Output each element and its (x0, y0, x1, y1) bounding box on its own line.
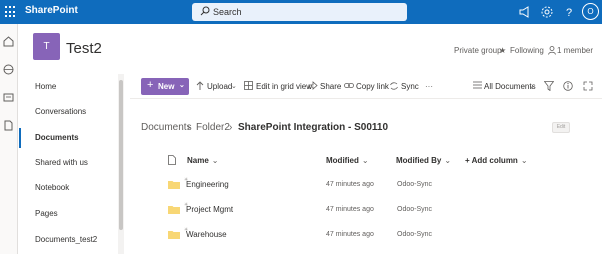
privacy-label: Private group (454, 46, 502, 55)
left-nav: Home Conversations Documents Shared with… (19, 74, 124, 254)
add-column-button[interactable]: + Add column ⌄ (465, 156, 528, 165)
gear-icon[interactable] (540, 5, 554, 19)
nav-item-documents-test2[interactable]: Documents_test2 (19, 230, 119, 250)
row-modified: 47 minutes ago (326, 231, 374, 238)
chevron-down-icon: ⌄ (520, 156, 528, 165)
globe-icon[interactable] (3, 64, 14, 75)
share-icon (308, 81, 318, 90)
chevron-down-icon: ⌄ (529, 83, 535, 90)
copy-link-button[interactable]: Copy link (356, 82, 389, 91)
chevron-down-icon: ⌄ (444, 156, 452, 165)
row-modified-by[interactable]: Odoo-Sync (397, 231, 432, 238)
row-name[interactable]: Project Mgmt (186, 205, 233, 214)
site-title[interactable]: Test2 (66, 40, 102, 57)
avatar[interactable]: O (582, 3, 599, 20)
nav-item-pages[interactable]: Pages (19, 204, 119, 224)
folder-icon (168, 206, 180, 214)
avatar-initial: O (587, 7, 594, 16)
chevron-right-icon: › (229, 122, 233, 133)
breadcrumb-current: SharePoint Integration - S00110 (238, 122, 389, 133)
file-icon[interactable] (3, 120, 14, 131)
app-name[interactable]: SharePoint (25, 5, 78, 16)
site-logo[interactable]: T (33, 33, 60, 60)
star-icon[interactable]: ★ (499, 46, 506, 55)
expand-icon[interactable] (583, 81, 593, 91)
command-bar: + New ⌄ Upload ⌄ Edit in grid view Share… (130, 74, 602, 99)
row-modified: 47 minutes ago (326, 181, 374, 188)
nav-item-home[interactable]: Home (19, 77, 119, 97)
table-header: Name ⌄ Modified ⌄ Modified By ⌄ + Add colum… (130, 150, 602, 172)
home-icon[interactable] (3, 36, 14, 47)
new-button[interactable]: + New ⌄ (141, 78, 189, 95)
edit-badge[interactable]: Edit (552, 122, 570, 133)
table-row[interactable]: ✳ Project Mgmt 47 minutes ago Odoo-Sync (130, 197, 602, 222)
chevron-down-icon: ⌄ (231, 83, 237, 90)
sync-icon (390, 82, 398, 90)
members-button[interactable]: 1 member (557, 46, 593, 55)
nav-item-documents[interactable]: Documents (19, 128, 119, 148)
chevron-down-icon: ⌄ (211, 156, 219, 165)
sync-button[interactable]: Sync (401, 82, 419, 91)
chevron-right-icon: › (187, 122, 191, 133)
svg-text:?: ? (566, 7, 572, 19)
share-button[interactable]: Share (320, 82, 341, 91)
file-type-icon (168, 155, 176, 165)
news-icon[interactable] (3, 92, 14, 103)
row-modified-by[interactable]: Odoo-Sync (397, 206, 432, 213)
search-placeholder: Search (213, 7, 242, 17)
folder-icon (168, 231, 180, 239)
folder-icon (168, 181, 180, 189)
nav-item-shared-with-us[interactable]: Shared with us (19, 153, 119, 173)
edit-grid-view-button[interactable]: Edit in grid view (256, 82, 312, 91)
nav-item-conversations[interactable]: Conversations (19, 102, 119, 122)
search-icon (200, 6, 210, 16)
upload-icon (196, 81, 204, 90)
nav-scrollbar-thumb[interactable] (119, 80, 123, 230)
person-icon (548, 46, 556, 55)
row-name[interactable]: Engineering (186, 180, 229, 189)
suite-bar: SharePoint Search ? O (0, 0, 602, 24)
column-header-name[interactable]: Name ⌄ (187, 156, 219, 165)
help-icon[interactable]: ? (562, 5, 576, 19)
nav-item-notebook[interactable]: Notebook (19, 178, 119, 198)
search-box[interactable]: Search (192, 3, 407, 21)
column-header-modified-by[interactable]: Modified By ⌄ (396, 156, 451, 165)
table-row[interactable]: ✳ Warehouse 47 minutes ago Odoo-Sync (130, 222, 602, 247)
megaphone-icon[interactable] (518, 5, 532, 19)
table-row[interactable]: ✳ Engineering 47 minutes ago Odoo-Sync (130, 172, 602, 197)
view-options-icon (473, 81, 482, 89)
view-selector[interactable]: All Documents (484, 82, 536, 91)
plus-icon: + (147, 79, 154, 91)
breadcrumb-item[interactable]: Folder2 (196, 122, 230, 133)
row-modified: 47 minutes ago (326, 206, 374, 213)
more-options-button[interactable]: ··· (425, 82, 433, 91)
app-launcher-icon[interactable] (5, 6, 17, 18)
chevron-down-icon: ⌄ (179, 82, 185, 89)
link-icon (344, 83, 354, 88)
app-rail (0, 24, 18, 254)
breadcrumb-item[interactable]: Documents (141, 122, 192, 133)
row-modified-by[interactable]: Odoo-Sync (397, 181, 432, 188)
upload-button[interactable]: Upload (207, 82, 232, 91)
filter-icon[interactable] (544, 81, 554, 91)
column-header-modified[interactable]: Modified ⌄ (326, 156, 369, 165)
row-name[interactable]: Warehouse (186, 230, 227, 239)
chevron-down-icon: ⌄ (361, 156, 369, 165)
info-icon[interactable] (563, 81, 573, 91)
following-button[interactable]: Following (510, 46, 544, 55)
grid-icon (244, 81, 253, 90)
